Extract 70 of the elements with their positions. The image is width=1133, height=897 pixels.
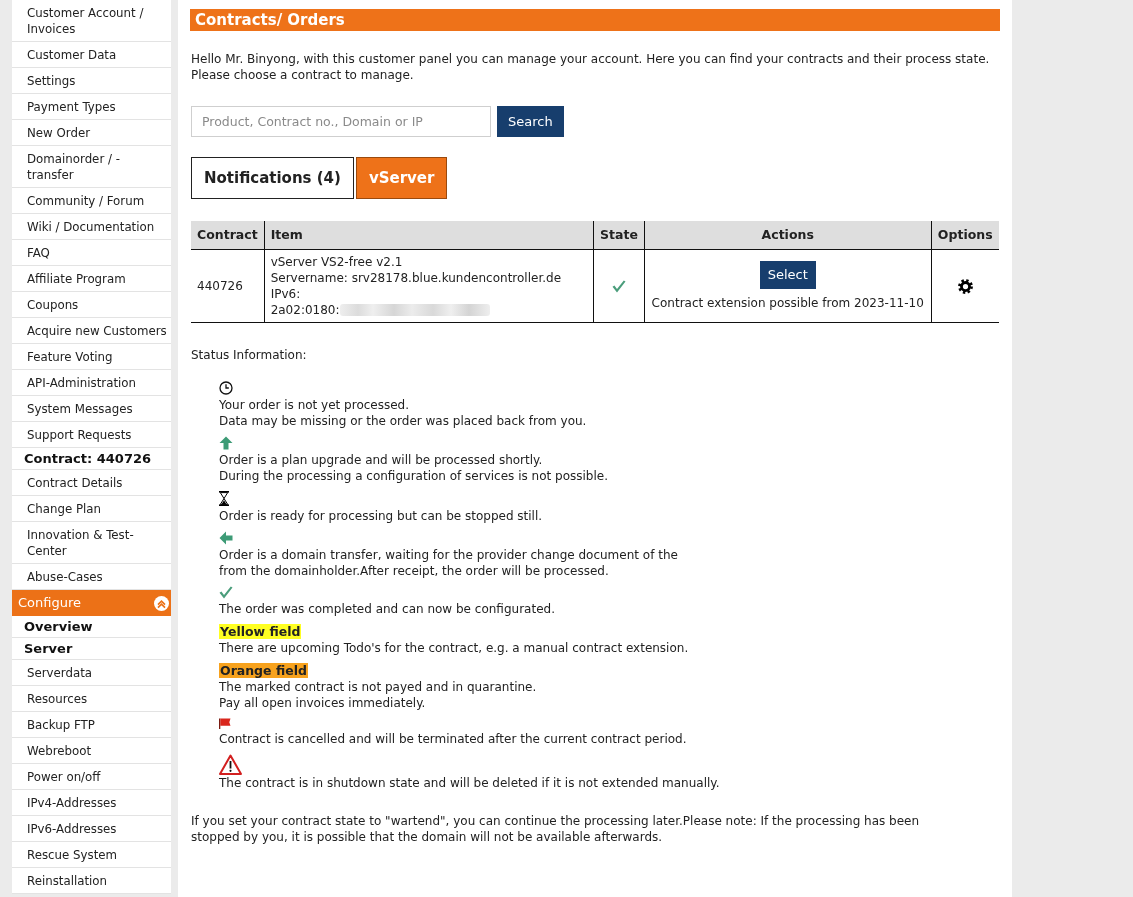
sidebar-link[interactable]: Change Plan [12, 496, 171, 522]
status-description: The order was completed and can now be configurated. [219, 600, 556, 617]
highlight-label: Orange field [219, 662, 308, 678]
sidebar-link[interactable]: Contract Details [12, 470, 171, 496]
status-description: Contract is cancelled and will be terminated after the current contract period. [219, 730, 688, 747]
check-icon [219, 585, 233, 599]
column-header: Contract [191, 221, 265, 249]
sidebar-link[interactable]: Reinstallation [12, 868, 171, 894]
search-button[interactable]: Search [497, 106, 564, 137]
status-heading: Status Information: [191, 346, 308, 363]
tab[interactable]: Notifications (4) [191, 157, 354, 199]
sidebar-link[interactable]: Rescue System [12, 842, 171, 868]
sidebar-link[interactable]: Wiki / Documentation [12, 214, 171, 240]
extension-note: Contract extension possible from 2023-11-10 [650, 294, 925, 311]
sidebar-link[interactable]: IPv4-Addresses [12, 790, 171, 816]
sidebar-link[interactable]: FAQ [12, 240, 171, 266]
status-description: The marked contract is not payed and in quarantine. Pay all open invoices immediately. [219, 678, 538, 711]
item-detail-text: Servername: srv28178.blue.kundencontroller.de [270, 269, 562, 286]
sidebar-link[interactable]: Resources [12, 686, 171, 712]
sidebar-heading: Overview [12, 616, 171, 638]
warning-icon [219, 753, 242, 775]
sidebar-link[interactable]: Innovation & Test-Center [12, 522, 171, 564]
sidebar-link[interactable]: New Order [12, 120, 171, 146]
sidebar-link[interactable]: Power on/off [12, 764, 171, 790]
sidebar-link[interactable]: Domainorder / - transfer [12, 146, 171, 188]
sidebar-link[interactable]: Customer Account / Invoices [12, 0, 171, 42]
column-header: Options [931, 221, 999, 249]
column-header: Actions [644, 221, 931, 249]
flag-icon [219, 717, 231, 729]
status-description: Order is a plan upgrade and will be processed shortly. During the processing a configuration of services is not possible. [219, 451, 609, 484]
page-title: Contracts/ Orders [190, 9, 1000, 31]
sidebar-link[interactable]: Coupons [12, 292, 171, 318]
sidebar-link[interactable]: Backup FTP [12, 712, 171, 738]
sidebar-link[interactable]: IPv6-Addresses [12, 816, 171, 842]
sidebar-link[interactable]: Serverdata [12, 660, 171, 686]
clock-icon [219, 380, 233, 395]
sidebar-link[interactable]: System Messages [12, 396, 171, 422]
item-detail-text: IPv6: [270, 285, 301, 302]
up-arrow-icon [219, 435, 233, 450]
status-description: Your order is not yet processed. Data may be missing or the order was placed back from you. [219, 396, 588, 429]
intro-text: Hello Mr. Binyong, with this customer panel you can manage your account. Here you can find your contracts and their process state. Please choose a contract to manage. [191, 51, 991, 83]
sidebar-link[interactable]: Feature Voting [12, 344, 171, 370]
sidebar-link[interactable]: API-Administration [12, 370, 171, 396]
sidebar-heading: Server [12, 638, 171, 660]
sidebar-link[interactable]: Affiliate Program [12, 266, 171, 292]
collapse-icon[interactable] [154, 595, 169, 611]
item-detail-text: vServer VS2-free v2.1 [270, 253, 403, 270]
status-description: Order is a domain transfer, waiting for the provider change document of the from the domainholder.After receipt, the order will be processed. [219, 546, 679, 579]
sidebar-link[interactable]: Payment Types [12, 94, 171, 120]
sidebar-heading: Contract: 440726 [12, 448, 171, 470]
select-button[interactable]: Select [759, 260, 816, 289]
hourglass-icon [219, 490, 229, 506]
highlight-label: Yellow field [219, 623, 302, 639]
column-header: Item [264, 221, 594, 249]
sidebar-link[interactable]: Acquire new Customers [12, 318, 171, 344]
contract-number: 440726 [191, 249, 265, 322]
status-description: Order is ready for processing but can be stopped still. [219, 507, 544, 524]
status-description: The contract is in shutdown state and will be deleted if it is not extended manually. [219, 774, 721, 791]
sidebar-link[interactable]: Settings [12, 68, 171, 94]
sidebar-link[interactable]: Webreboot [12, 738, 171, 764]
settings-icon[interactable] [957, 278, 973, 294]
search-field[interactable]: Product, Contract no., Domain or IP [191, 106, 491, 137]
sidebar-link[interactable]: Customer Data [12, 42, 171, 68]
sidebar-link[interactable]: Support Requests [12, 422, 171, 448]
item-detail-text: 2a02:0180: [270, 301, 340, 318]
column-header: State [593, 221, 645, 249]
sidebar-link[interactable]: Community / Forum [12, 188, 171, 214]
status-description: There are upcoming Todo's for the contract, e.g. a manual contract extension. [219, 639, 690, 656]
footer-note: If you set your contract state to "wartend", you can continue the processing later.Please note: If the processing has been stopped by you, it is possible that the domain will not be available afterwards. [191, 812, 921, 845]
left-arrow-icon [219, 530, 233, 545]
